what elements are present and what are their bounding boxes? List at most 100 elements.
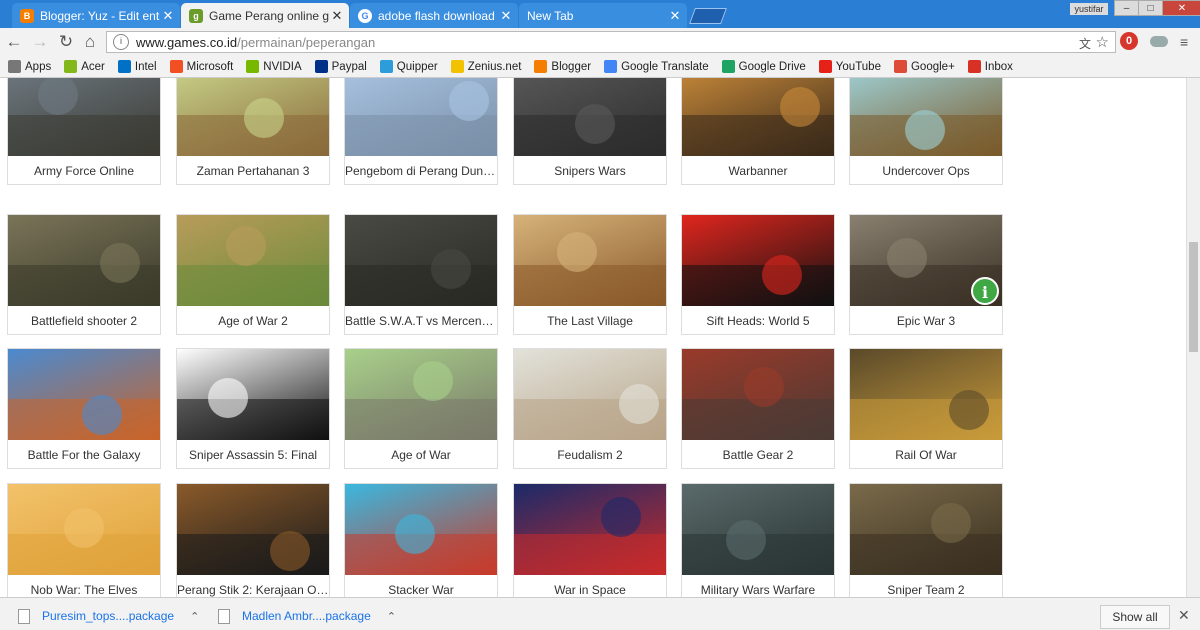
game-thumbnail[interactable]: [514, 78, 666, 156]
game-title[interactable]: Sniper Team 2: [850, 576, 1002, 597]
download-item[interactable]: Madlen Ambr....package ⌃: [218, 605, 396, 627]
game-card[interactable]: Feudalism 2: [513, 348, 667, 469]
shelf-close-icon[interactable]: ✕: [1178, 607, 1190, 624]
game-thumbnail[interactable]: [682, 215, 834, 306]
chevron-up-icon[interactable]: ⌃: [387, 610, 396, 623]
game-title[interactable]: Undercover Ops: [850, 157, 1002, 185]
close-icon[interactable]: ✕: [160, 8, 176, 24]
close-icon[interactable]: ✕: [498, 8, 514, 24]
bookmark-nvidia[interactable]: NVIDIA: [246, 60, 302, 73]
tab-blogger[interactable]: B Blogger: Yuz - Edit entri ✕: [12, 3, 180, 28]
game-thumbnail[interactable]: i: [850, 215, 1002, 306]
game-title[interactable]: Sniper Assassin 5: Final: [177, 441, 329, 469]
game-card[interactable]: Age of War 2: [176, 214, 330, 335]
game-thumbnail[interactable]: [514, 349, 666, 440]
scrollbar-thumb[interactable]: [1189, 242, 1198, 352]
game-title[interactable]: Nob War: The Elves: [8, 576, 160, 597]
game-thumbnail[interactable]: [177, 215, 329, 306]
game-title[interactable]: Age of War: [345, 441, 497, 469]
game-title[interactable]: Feudalism 2: [514, 441, 666, 469]
maximize-button[interactable]: □: [1138, 0, 1163, 16]
game-title[interactable]: War in Space: [514, 576, 666, 597]
game-thumbnail[interactable]: [177, 484, 329, 575]
game-thumbnail[interactable]: [682, 484, 834, 575]
window-close-button[interactable]: ✕: [1162, 0, 1200, 16]
reload-button[interactable]: ↻: [56, 32, 76, 52]
game-thumbnail[interactable]: [177, 349, 329, 440]
game-card[interactable]: Military Wars Warfare: [681, 483, 835, 597]
game-card[interactable]: Army Force Online: [7, 78, 161, 185]
translate-icon[interactable]: 文: [1079, 35, 1091, 52]
bookmark-intel[interactable]: Intel: [117, 60, 157, 73]
game-card[interactable]: Battle For the Galaxy: [7, 348, 161, 469]
bookmark-google-translate[interactable]: Google Translate: [604, 60, 709, 73]
bookmark-microsoft[interactable]: Microsoft: [169, 60, 233, 73]
bookmark-blogger[interactable]: Blogger: [534, 60, 591, 73]
game-card[interactable]: i Epic War 3: [849, 214, 1003, 335]
game-thumbnail[interactable]: [177, 78, 329, 156]
game-card[interactable]: Sniper Team 2: [849, 483, 1003, 597]
game-title[interactable]: The Last Village: [514, 307, 666, 335]
profile-button[interactable]: yustifar: [1070, 3, 1108, 15]
game-card[interactable]: Snipers Wars: [513, 78, 667, 185]
game-title[interactable]: Age of War 2: [177, 307, 329, 335]
info-icon[interactable]: i: [971, 277, 999, 305]
forward-button[interactable]: →: [30, 32, 50, 52]
game-thumbnail[interactable]: [345, 215, 497, 306]
game-card[interactable]: Battle S.W.A.T vs Mercenary: [344, 214, 498, 335]
game-thumbnail[interactable]: [514, 215, 666, 306]
game-title[interactable]: Stacker War: [345, 576, 497, 597]
game-thumbnail[interactable]: [850, 349, 1002, 440]
minimize-button[interactable]: –: [1114, 0, 1139, 16]
game-thumbnail[interactable]: [345, 78, 497, 156]
close-icon[interactable]: ✕: [667, 8, 683, 24]
game-title[interactable]: Battle S.W.A.T vs Mercenary: [345, 307, 497, 335]
game-thumbnail[interactable]: [345, 484, 497, 575]
game-card[interactable]: Age of War: [344, 348, 498, 469]
bookmark-quipper[interactable]: Quipper: [379, 60, 438, 73]
game-thumbnail[interactable]: [682, 349, 834, 440]
bookmark-google-drive[interactable]: Google Drive: [721, 60, 806, 73]
game-card[interactable]: Battlefield shooter 2: [7, 214, 161, 335]
cloud-extension-icon[interactable]: [1150, 36, 1168, 47]
tab-new-tab[interactable]: New Tab ✕: [519, 3, 687, 28]
menu-icon[interactable]: ≡: [1180, 34, 1194, 50]
game-card[interactable]: Rail Of War: [849, 348, 1003, 469]
close-icon[interactable]: ✕: [329, 8, 345, 24]
game-title[interactable]: Military Wars Warfare: [682, 576, 834, 597]
game-title[interactable]: Perang Stik 2: Kerajaan Ordo: [177, 576, 329, 597]
game-thumbnail[interactable]: [682, 78, 834, 156]
game-title[interactable]: Battle Gear 2: [682, 441, 834, 469]
bookmark-google[interactable]: Google+: [893, 60, 955, 73]
game-card[interactable]: Pengebom di Perang Dunia...: [344, 78, 498, 185]
game-card[interactable]: Battle Gear 2: [681, 348, 835, 469]
chevron-up-icon[interactable]: ⌃: [190, 610, 199, 623]
game-card[interactable]: Perang Stik 2: Kerajaan Ordo: [176, 483, 330, 597]
game-card[interactable]: Warbanner: [681, 78, 835, 185]
home-button[interactable]: ⌂: [80, 32, 100, 52]
bookmark-acer[interactable]: Acer: [64, 60, 105, 73]
game-card[interactable]: Undercover Ops: [849, 78, 1003, 185]
game-title[interactable]: Pengebom di Perang Dunia...: [345, 157, 497, 185]
game-card[interactable]: Stacker War: [344, 483, 498, 597]
address-bar[interactable]: i www.games.co.id/permainan/peperangan 文…: [106, 31, 1116, 53]
game-title[interactable]: Battlefield shooter 2: [8, 307, 160, 335]
scrollbar[interactable]: [1186, 78, 1200, 597]
game-card[interactable]: The Last Village: [513, 214, 667, 335]
tab-games[interactable]: g Game Perang online gratis ✕: [181, 3, 349, 28]
bookmark-star-icon[interactable]: ☆: [1096, 33, 1109, 51]
game-card[interactable]: Sniper Assassin 5: Final: [176, 348, 330, 469]
game-title[interactable]: Sift Heads: World 5: [682, 307, 834, 335]
page-info-icon[interactable]: i: [113, 34, 129, 50]
bookmark-paypal[interactable]: Paypal: [314, 60, 367, 73]
bookmark-apps[interactable]: Apps: [8, 60, 51, 73]
show-all-button[interactable]: Show all: [1100, 605, 1170, 629]
game-title[interactable]: Battle For the Galaxy: [8, 441, 160, 469]
game-title[interactable]: Warbanner: [682, 157, 834, 185]
game-thumbnail[interactable]: [850, 78, 1002, 156]
bookmark-inbox[interactable]: Inbox: [967, 60, 1013, 73]
bookmark-youtube[interactable]: YouTube: [818, 60, 881, 73]
game-thumbnail[interactable]: [8, 484, 160, 575]
back-button[interactable]: ←: [4, 32, 24, 52]
game-thumbnail[interactable]: [8, 349, 160, 440]
